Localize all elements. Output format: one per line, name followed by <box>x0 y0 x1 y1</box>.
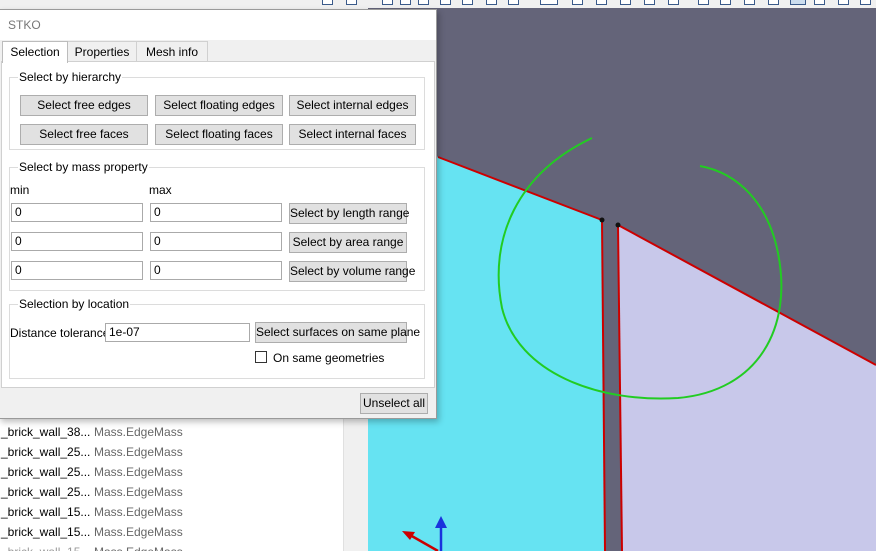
length-min-input[interactable]: 0 <box>11 203 143 222</box>
toolbar-icon[interactable] <box>698 0 709 5</box>
toolbar-icon[interactable] <box>440 0 451 5</box>
toolbar-icon[interactable] <box>620 0 631 5</box>
select-by-length-range-button[interactable]: Select by length range <box>289 203 409 224</box>
mass-property-group-title: Select by mass property <box>18 160 149 174</box>
select-surfaces-same-plane-button[interactable]: Select surfaces on same plane <box>255 322 420 343</box>
select-free-faces-button[interactable]: Select free faces <box>20 124 148 145</box>
list-item-name: _brick_wall_38... <box>1 425 91 439</box>
toolbar-icon[interactable] <box>668 0 679 5</box>
dialog-title: STKO <box>8 18 41 32</box>
list-item[interactable]: _brick_wall_25... Mass.EdgeMass <box>0 442 343 462</box>
same-geometries-label: On same geometries <box>273 351 385 365</box>
area-max-input[interactable]: 0 <box>150 232 282 251</box>
list-scrollbar[interactable] <box>343 400 360 551</box>
list-item-name: _brick_wall_25... <box>1 465 91 479</box>
list-item[interactable]: _brick_wall_15... Mass.EdgeMass <box>0 502 343 522</box>
select-by-volume-range-button[interactable]: Select by volume range <box>289 261 415 282</box>
list-item[interactable]: _brick_wall_25... Mass.EdgeMass <box>0 482 343 502</box>
select-internal-edges-button[interactable]: Select internal edges <box>289 95 416 116</box>
list-item-type: Mass.EdgeMass <box>94 465 183 479</box>
toolbar-icon[interactable] <box>768 0 779 5</box>
toolbar-icon[interactable] <box>400 0 411 5</box>
dialog-titlebar[interactable]: STKO <box>0 10 436 40</box>
toolbar-icon[interactable] <box>838 0 849 5</box>
tab-label: Mesh info <box>145 45 199 59</box>
tab-mesh-info[interactable]: Mesh info <box>136 41 208 62</box>
list-item-type: Mass.EdgeMass <box>94 485 183 499</box>
max-label: max <box>149 183 172 197</box>
vertex-point <box>599 217 605 223</box>
volume-min-input[interactable]: 0 <box>11 261 143 280</box>
toolbar-icon[interactable] <box>860 0 871 5</box>
toolbar-icon[interactable] <box>486 0 497 5</box>
tab-bar: Selection Properties Mesh info <box>0 41 436 63</box>
select-by-area-range-button[interactable]: Select by area range <box>289 232 407 253</box>
volume-max-input[interactable]: 0 <box>150 261 282 280</box>
viewport-canvas <box>368 8 876 551</box>
list-item[interactable]: _brick_wall_25... Mass.EdgeMass <box>0 462 343 482</box>
top-toolbar <box>0 0 876 8</box>
area-min-input[interactable]: 0 <box>11 232 143 251</box>
toolbar-icon[interactable] <box>382 0 393 5</box>
mass-property-group: Select by mass property min max 0 0 Sele… <box>9 160 425 291</box>
select-free-edges-button[interactable]: Select free edges <box>20 95 148 116</box>
location-group: Selection by location Distance tolerance… <box>9 297 425 379</box>
list-item-name: _brick_wall_25... <box>1 485 91 499</box>
mass-list-panel: _brick_wall_Mass.EdgeMass _brick_wall_38… <box>0 400 344 551</box>
toolbar-icon[interactable] <box>508 0 519 5</box>
toolbar-icon[interactable] <box>744 0 755 5</box>
toolbar-icon[interactable] <box>540 0 558 5</box>
tab-selection[interactable]: Selection <box>2 41 68 63</box>
list-item-name: _brick_wall_25... <box>1 445 91 459</box>
3d-viewport[interactable] <box>368 8 876 551</box>
length-max-input[interactable]: 0 <box>150 203 282 222</box>
list-item-name: _brick_wall_15... <box>1 505 91 519</box>
toolbar-icon[interactable] <box>596 0 607 5</box>
hierarchy-group: Select by hierarchy Select free edges Se… <box>9 70 425 150</box>
distance-tolerance-label: Distance tolerance <box>10 326 110 340</box>
stko-dialog: STKO Selection Properties Mesh info Sele… <box>0 9 437 419</box>
distance-tolerance-input[interactable]: 1e-07 <box>105 323 250 342</box>
select-floating-edges-button[interactable]: Select floating edges <box>155 95 283 116</box>
list-item-type: Mass.EdgeMass <box>94 525 183 539</box>
select-internal-faces-button[interactable]: Select internal faces <box>289 124 416 145</box>
list-item-type: Mass.EdgeMass <box>94 505 183 519</box>
toolbar-icon[interactable] <box>322 0 333 5</box>
hierarchy-group-title: Select by hierarchy <box>18 70 123 84</box>
list-item-type: Mass.EdgeMass <box>94 425 183 439</box>
toolbar-icon[interactable] <box>720 0 731 5</box>
location-group-title: Selection by location <box>18 297 131 311</box>
min-label: min <box>10 183 30 197</box>
tab-label: Properties <box>74 45 130 59</box>
tab-label: Selection <box>10 45 60 59</box>
toolbar-icon[interactable] <box>814 0 825 5</box>
vertex-point <box>615 222 621 228</box>
toolbar-icon[interactable] <box>572 0 583 5</box>
list-item-name: _brick_wall_15... <box>1 525 91 539</box>
tab-properties[interactable]: Properties <box>66 41 138 62</box>
toolbar-icon[interactable] <box>790 0 806 5</box>
toolbar-icon[interactable] <box>644 0 655 5</box>
unselect-all-button[interactable]: Unselect all <box>360 393 428 414</box>
list-item[interactable]: _brick_wall_38... Mass.EdgeMass <box>0 422 343 442</box>
list-item[interactable]: _brick_wall_15... Mass.EdgeMass <box>0 522 343 542</box>
selection-tab-page: Select by hierarchy Select free edges Se… <box>1 61 435 388</box>
list-item[interactable]: _brick_wall_15Mass.EdgeMass <box>0 542 343 551</box>
toolbar-icon[interactable] <box>462 0 473 5</box>
same-geometries-checkbox[interactable] <box>255 351 267 363</box>
toolbar-icon[interactable] <box>418 0 429 5</box>
select-floating-faces-button[interactable]: Select floating faces <box>155 124 283 145</box>
toolbar-icon[interactable] <box>346 0 357 5</box>
list-item-type: Mass.EdgeMass <box>94 445 183 459</box>
